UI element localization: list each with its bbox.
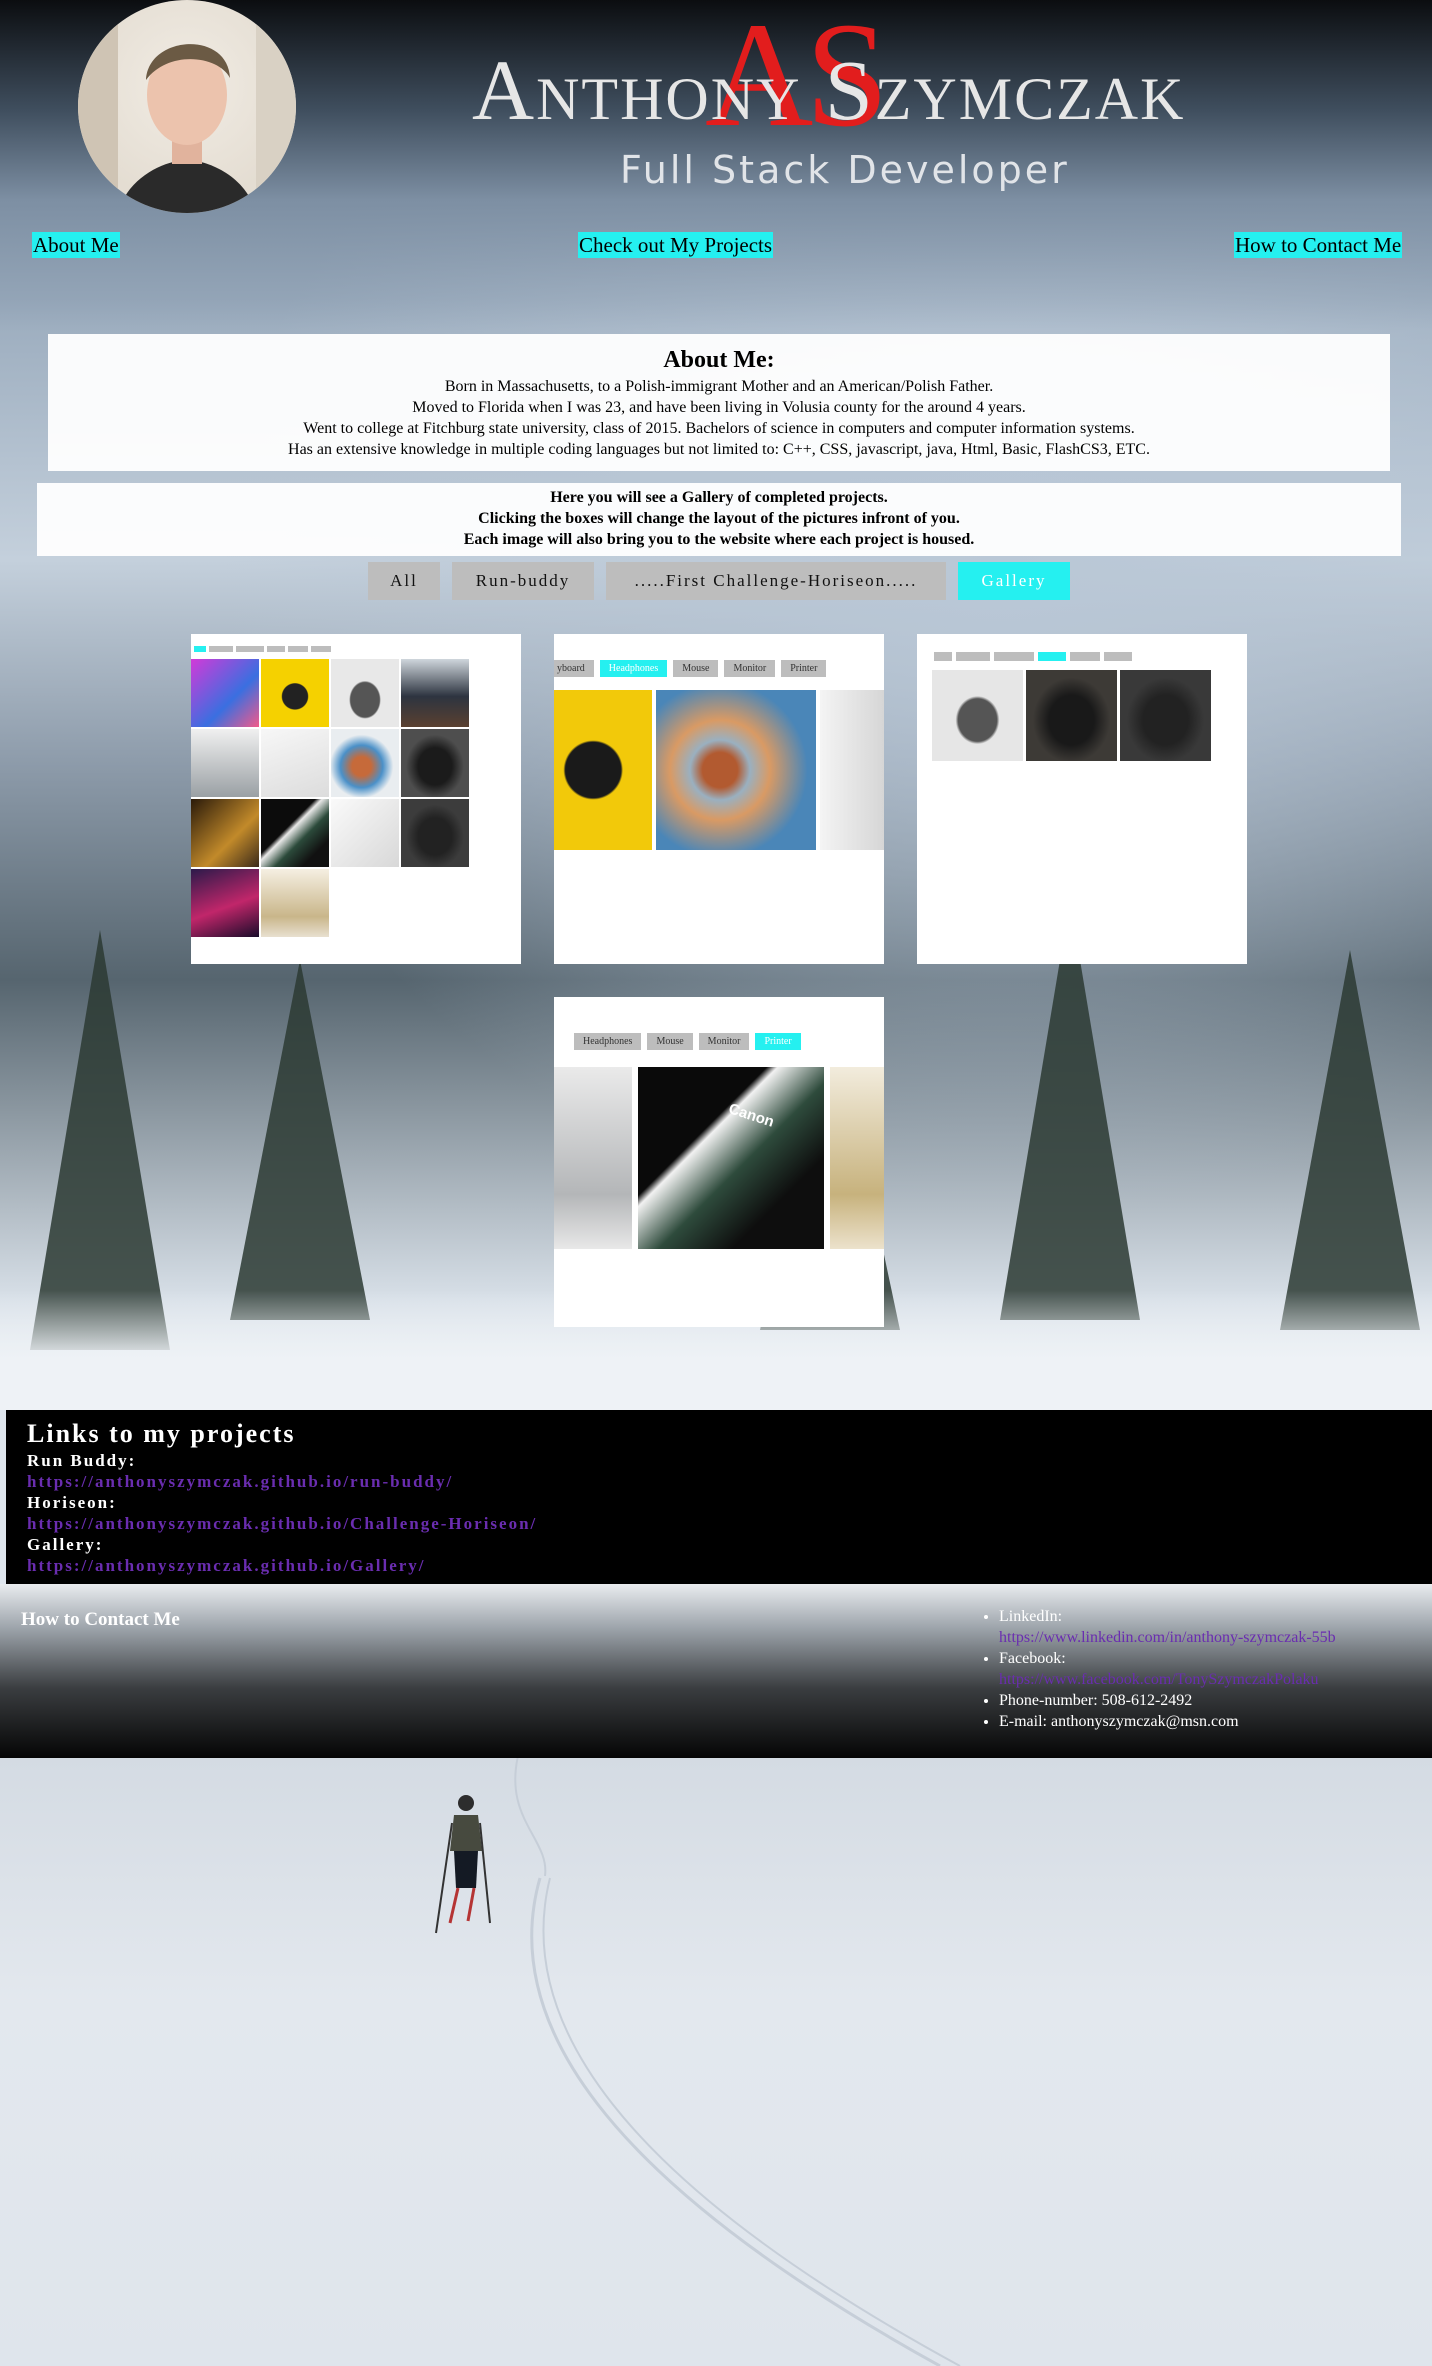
facebook-link[interactable]: https://www.facebook.com/TonySzymczakPol… — [999, 1671, 1319, 1688]
mini-tab-headphones: Headphones — [574, 1033, 642, 1050]
gallery-intro-line: Each image will also bring you to the we… — [463, 531, 975, 548]
mini-tab-printer: Printer — [781, 660, 827, 677]
link-label: Run Buddy: — [27, 1451, 137, 1470]
pine-tree-graphic — [230, 960, 370, 1320]
keyboard-image — [191, 659, 259, 727]
contact-item-linkedin: LinkedIn: https://www.linkedin.com/in/an… — [999, 1606, 1432, 1648]
mini-tab-graphic — [209, 646, 233, 652]
profile-photo — [78, 0, 296, 213]
filter-gallery-button[interactable]: Gallery — [958, 562, 1070, 600]
mini-tab-monitor: Monitor — [698, 1033, 750, 1050]
pine-tree-graphic — [1280, 950, 1420, 1330]
headphones-image — [656, 690, 816, 850]
filter-all-button[interactable]: All — [368, 562, 440, 600]
about-section: About Me: Born in Massachusetts, to a Po… — [48, 334, 1390, 471]
contact-section: How to Contact Me LinkedIn: https://www.… — [0, 1584, 1432, 1758]
brand-name: Anthony Szymczak — [472, 42, 1186, 138]
linkedin-label: LinkedIn: — [999, 1608, 1063, 1625]
about-line: Went to college at Fitchburg state unive… — [303, 420, 1135, 437]
about-heading: About Me: — [663, 347, 775, 373]
gallery-intro-line: Here you will see a Gallery of completed… — [550, 489, 888, 506]
horiseon-link[interactable]: https://anthonyszymczak.github.io/Challe… — [27, 1514, 537, 1533]
gaming-setup-image — [191, 869, 259, 937]
mini-tab-monitor: Monitor — [724, 660, 776, 677]
mini-tab-graphic — [994, 652, 1034, 661]
mouse-image — [1120, 670, 1211, 761]
filter-horiseon-button[interactable]: .....First Challenge-Horiseon..... — [606, 562, 946, 600]
contact-heading: How to Contact Me — [21, 1609, 180, 1630]
project-links-section: Links to my projects Run Buddy: https://… — [6, 1410, 1432, 1584]
mini-tab-graphic — [934, 652, 952, 661]
gallery-project-thumbnail[interactable]: Headphones Mouse Monitor Printer Canon — [554, 997, 884, 1327]
run-buddy-link[interactable]: https://anthonyszymczak.github.io/run-bu… — [27, 1472, 453, 1491]
mouse-image — [932, 670, 1023, 761]
printer-brand-text: Canon — [726, 1100, 777, 1131]
nav-contact-link[interactable]: How to Contact Me — [1234, 232, 1403, 258]
mini-tab-mouse: Mouse — [673, 660, 719, 677]
about-line: Moved to Florida when I was 23, and have… — [412, 399, 1026, 416]
printer-image — [554, 1067, 632, 1249]
gallery-intro: Here you will see a Gallery of completed… — [37, 483, 1401, 556]
mini-tab-graphic — [1070, 652, 1100, 661]
mini-tab-graphic — [288, 646, 308, 652]
about-line: Has an extensive knowledge in multiple c… — [288, 441, 1150, 458]
contact-phone: Phone-number: 508-612-2492 — [999, 1690, 1432, 1711]
links-heading: Links to my projects — [27, 1419, 296, 1448]
link-label: Horiseon: — [27, 1493, 117, 1512]
mini-tab-graphic — [236, 646, 264, 652]
mini-tab-mouse: Mouse — [647, 1033, 693, 1050]
earbuds-image — [331, 799, 399, 867]
gallery-link[interactable]: https://anthonyszymczak.github.io/Galler… — [27, 1556, 426, 1575]
linkedin-link[interactable]: https://www.linkedin.com/in/anthony-szym… — [999, 1629, 1336, 1646]
printer-image — [261, 799, 329, 867]
printer-image: Canon — [638, 1067, 824, 1249]
link-label: Gallery: — [27, 1535, 104, 1554]
headphones-image — [331, 729, 399, 797]
desk-image — [191, 799, 259, 867]
contact-item-facebook: Facebook: https://www.facebook.com/TonyS… — [999, 1648, 1432, 1690]
printer-image — [830, 1067, 884, 1249]
printer-image — [191, 729, 259, 797]
contact-email: E-mail: anthonyszymczak@msn.com — [999, 1711, 1432, 1732]
mini-tab-headphones: Headphones — [599, 660, 668, 677]
mini-tab-graphic — [311, 646, 331, 652]
mouse-image — [1026, 670, 1117, 761]
mini-tab-keyboard: yboard — [554, 660, 594, 677]
skier-figure — [435, 1795, 491, 1934]
monitor-image — [401, 659, 469, 727]
gallery-intro-line: Clicking the boxes will change the layou… — [478, 510, 960, 527]
mini-tab-graphic — [1104, 652, 1132, 661]
mini-tab-graphic — [194, 646, 206, 652]
mouse-image — [401, 729, 469, 797]
mouse-image — [401, 799, 469, 867]
white-keyboard-image — [261, 729, 329, 797]
filter-run-buddy-button[interactable]: Run-buddy — [452, 562, 594, 600]
brand-logo: AS Anthony Szymczak Full Stack Developer — [460, 0, 1200, 200]
printer-image — [261, 869, 329, 937]
about-line: Born in Massachusetts, to a Polish-immig… — [444, 378, 994, 395]
pine-tree-graphic — [30, 930, 170, 1350]
mini-tab-graphic — [1038, 652, 1066, 661]
mini-tab-graphic — [956, 652, 990, 661]
gallery-project-thumbnail[interactable]: yboard Headphones Mouse Monitor Printer — [554, 634, 884, 964]
mouse-image — [331, 659, 399, 727]
earbuds-image — [820, 690, 884, 850]
gallery-project-thumbnail[interactable] — [917, 634, 1247, 964]
contact-list: LinkedIn: https://www.linkedin.com/in/an… — [978, 1606, 1432, 1732]
headphones-image — [261, 659, 329, 727]
mini-tab-graphic — [267, 646, 285, 652]
mini-tab-printer: Printer — [755, 1033, 801, 1050]
nav-about-link[interactable]: About Me — [32, 232, 120, 258]
facebook-label: Facebook: — [999, 1650, 1066, 1667]
gallery-project-thumbnail[interactable] — [191, 634, 521, 964]
brand-subtitle: Full Stack Developer — [620, 148, 1070, 192]
headphones-image — [554, 690, 652, 850]
nav-projects-link[interactable]: Check out My Projects — [578, 232, 774, 258]
